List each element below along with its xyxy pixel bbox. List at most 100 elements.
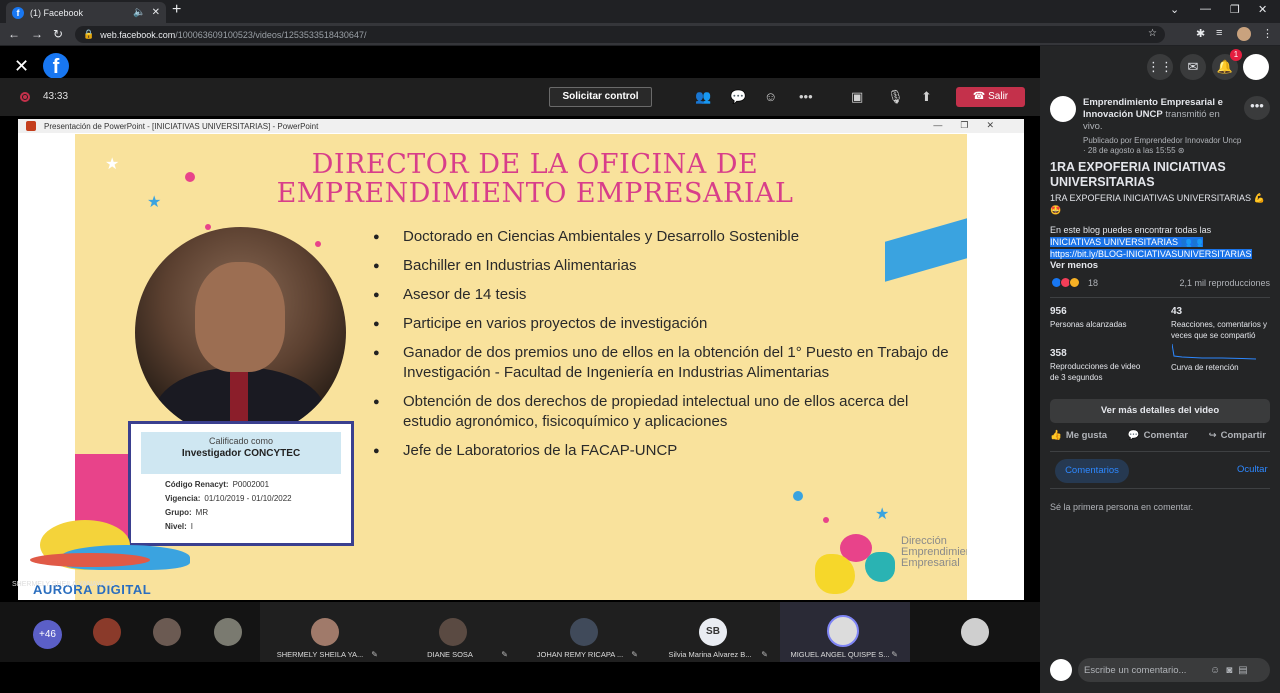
more-options-icon[interactable]: ••• — [799, 89, 813, 104]
stat-label: Personas alcanzadas — [1050, 320, 1127, 329]
media-control-icon[interactable]: ≡ — [1216, 27, 1222, 39]
close-viewer-icon[interactable]: ✕ — [14, 56, 29, 77]
emoji-icon[interactable]: ☺ — [1210, 665, 1220, 676]
reactions-summary[interactable]: 18 — [1051, 277, 1098, 288]
stat-value: 358 — [1050, 348, 1067, 359]
brand-logo-shape — [865, 552, 895, 582]
messenger-icon[interactable]: ✉ — [1180, 54, 1206, 80]
forward-icon[interactable]: → — [31, 27, 43, 41]
profile-avatar[interactable] — [1237, 27, 1251, 41]
view-count: 2,1 mil reproducciones — [1179, 278, 1270, 288]
leave-label: Salir — [988, 91, 1009, 102]
participant-tile[interactable]: SHERMELY SHEILA YA... ✎ — [260, 602, 390, 662]
retention-curve-sparkline — [1172, 343, 1256, 360]
slide: ★ ★ ★ DIRECTOR DE LA OFICINA DE EMPRENDI… — [75, 134, 967, 600]
browser-tabbar: f (1) Facebook 🔈 ✕ + ⌄ — ❐ ✕ — [0, 0, 1280, 23]
address-bar: ← → ↻ 🔒 web.facebook.com /10006360910052… — [0, 23, 1280, 46]
publisher-info: Publicado por Emprendedor Innovador Uncp… — [1083, 136, 1242, 155]
meeting-timer: 43:33 — [43, 91, 69, 102]
lock-icon: 🔒 — [83, 29, 95, 39]
reactions-icon[interactable]: ☺ — [764, 89, 777, 104]
participant-tile[interactable]: JOHAN REMY RICAPA ... ✎ — [520, 602, 650, 662]
close-tab-icon[interactable]: ✕ — [152, 7, 160, 18]
back-icon[interactable]: ← — [8, 27, 20, 41]
star-icon: ★ — [875, 506, 890, 523]
blog-link[interactable]: https://bit.ly/BLOG-INICIATIVASUNIVERSIT… — [1050, 249, 1252, 259]
card-grupo: Grupo: MR — [165, 508, 209, 517]
new-tab-icon[interactable]: + — [172, 1, 181, 19]
aurora-digital-logo: AURORA DIGITAL — [30, 520, 190, 600]
extensions-icon[interactable]: ✱ — [1196, 27, 1205, 40]
avatar — [1050, 659, 1072, 681]
leave-button[interactable]: ☎ Salir — [956, 87, 1025, 107]
share-screen-icon[interactable]: ⬆ — [921, 89, 932, 105]
speaker-icon[interactable]: 🔈 — [133, 7, 145, 18]
request-control-button[interactable]: Solicitar control — [549, 87, 652, 107]
bullet-item: Doctorado en Ciencias Ambientales y Desa… — [373, 227, 953, 247]
account-avatar[interactable] — [1243, 54, 1269, 80]
restore-icon[interactable]: ❐ — [1230, 3, 1240, 16]
ppt-titlebar: Presentación de PowerPoint - [INICIATIVA… — [18, 119, 1024, 133]
menu-kebab-icon[interactable]: ⋮ — [1262, 27, 1273, 40]
url-path: /100063609100523/videos/1253533518430647… — [175, 29, 367, 40]
avatar[interactable] — [961, 618, 989, 646]
minimize-icon[interactable]: — — [1200, 3, 1211, 15]
participant-tile[interactable]: SB Silvia Marina Alvarez B... ✎ — [650, 602, 780, 662]
see-less-link[interactable]: Ver menos — [1050, 260, 1098, 271]
participant-tile[interactable]: MIGUEL ANGEL QUISPE S... ✎ — [780, 602, 910, 662]
decor-dot — [185, 172, 195, 182]
star-icon: ★ — [147, 194, 162, 211]
participants-strip: SHERMELY SHEILA YA... ✎ DIANE SOSA ✎ JOH… — [0, 602, 1040, 662]
bullet-item: Obtención de dos derechos de propiedad i… — [373, 392, 953, 432]
bullet-item: Asesor de 14 tesis — [373, 285, 953, 305]
close-window-icon[interactable]: ✕ — [1258, 3, 1267, 16]
facebook-logo-icon[interactable]: f — [43, 53, 69, 79]
presenter-overlay-name: SHERMELY SHEILA YANAYACO — [12, 581, 116, 588]
hide-comments-link[interactable]: Ocultar — [1237, 464, 1268, 475]
participants-icon[interactable]: 👥 — [695, 89, 711, 105]
browser-tab[interactable]: f (1) Facebook 🔈 ✕ — [6, 2, 166, 23]
share-button[interactable]: ↪ Compartir — [1209, 430, 1270, 441]
apps-menu-icon[interactable]: ⋮⋮ — [1147, 54, 1173, 80]
brand-logo-shape — [815, 554, 855, 594]
care-reaction-icon — [1069, 277, 1080, 288]
avatar[interactable] — [93, 618, 121, 646]
participant-tile[interactable]: DIANE SOSA ✎ — [390, 602, 520, 662]
comment-input[interactable] — [1084, 664, 1204, 676]
url-input[interactable]: 🔒 web.facebook.com /100063609100523/vide… — [75, 26, 1165, 43]
avatar[interactable] — [214, 618, 242, 646]
chat-icon[interactable]: 💬 — [730, 89, 746, 105]
comment-composer[interactable]: ☺ ◙ ▤ — [1078, 658, 1270, 682]
card-vigencia: Vigencia: 01/10/2019 - 01/10/2022 — [165, 494, 292, 503]
mic-off-icon: ✎ — [631, 650, 638, 659]
bullet-item: Bachiller en Industrias Alimentarias — [373, 256, 953, 276]
share-icon: ↪ — [1208, 430, 1217, 441]
camera-icon[interactable]: ◙ — [1226, 665, 1232, 676]
like-button[interactable]: 👍 Me gusta — [1050, 430, 1111, 441]
video-details-button[interactable]: Ver más detalles del video — [1050, 399, 1270, 423]
decor-dot — [315, 241, 321, 247]
more-participants-button[interactable]: +46 — [33, 620, 62, 649]
avatar[interactable] — [153, 618, 181, 646]
stat-label: Reproducciones de video de 3 segundos — [1050, 362, 1141, 382]
tab-title: (1) Facebook — [30, 7, 84, 18]
tab-comments[interactable]: Comentarios — [1055, 459, 1129, 483]
gif-icon[interactable]: ▤ — [1238, 665, 1247, 676]
tab-search-icon[interactable]: ⌄ — [1170, 3, 1179, 16]
comment-button[interactable]: 💬 Comentar — [1128, 430, 1192, 441]
phone-icon: ☎ — [972, 91, 989, 102]
more-options-button[interactable]: ••• — [1244, 96, 1270, 120]
comment-icon: 💬 — [1127, 430, 1140, 441]
recording-icon — [20, 92, 30, 102]
decor-dot — [823, 517, 829, 523]
bookmark-star-icon[interactable]: ☆ — [1148, 28, 1157, 39]
empty-comments-text: Sé la primera persona en comentar. — [1050, 502, 1194, 512]
camera-off-icon[interactable]: ▣ — [851, 89, 863, 105]
page-avatar[interactable] — [1050, 96, 1076, 122]
reload-icon[interactable]: ↻ — [53, 27, 63, 41]
url-host: web.facebook.com — [100, 29, 176, 40]
mic-off-icon[interactable]: 🎙 — [887, 89, 904, 105]
post-actions: 👍 Me gusta 💬 Comentar ↪ Compartir — [1050, 430, 1270, 441]
meeting-toolbar: 43:33 Solicitar control 👥 💬 ☺ ••• ▣ 🎙 ⬆ … — [0, 78, 1040, 116]
page-name: Emprendimiento Empresarial e Innovación … — [1083, 97, 1223, 132]
